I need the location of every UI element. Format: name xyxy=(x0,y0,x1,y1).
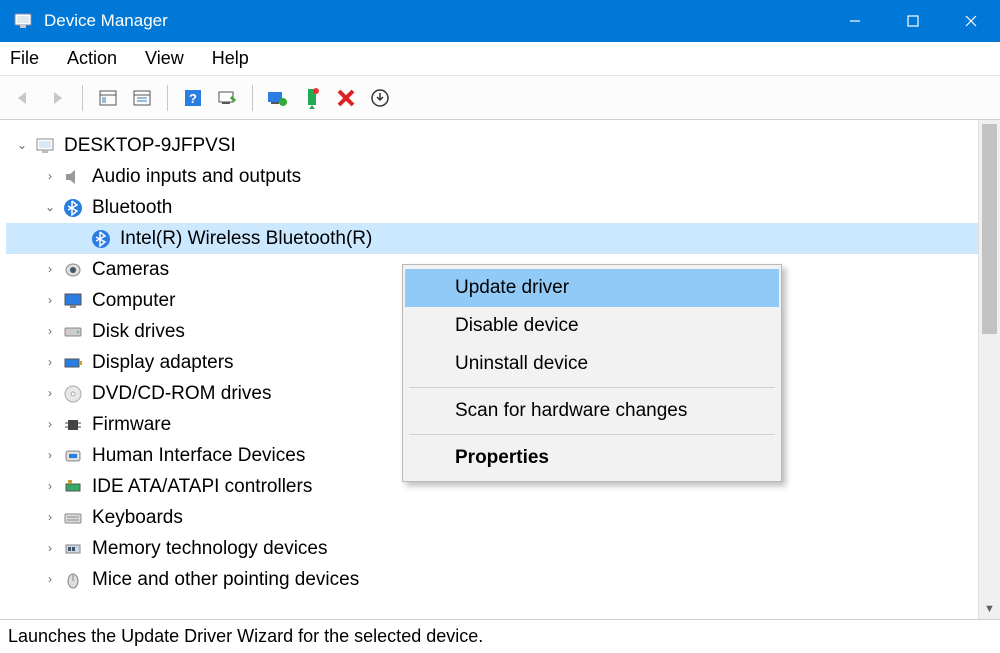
disk-icon xyxy=(62,321,84,343)
chevron-right-icon[interactable]: › xyxy=(42,409,58,440)
chevron-right-icon[interactable]: › xyxy=(42,378,58,409)
menu-file[interactable]: File xyxy=(10,48,39,69)
chevron-right-icon[interactable]: › xyxy=(42,347,58,378)
tree-category[interactable]: › Keyboards xyxy=(6,502,978,533)
speaker-icon xyxy=(62,166,84,188)
tree-category-label: Keyboards xyxy=(92,502,183,533)
show-all-button[interactable] xyxy=(365,83,395,113)
vertical-scrollbar[interactable]: ▲ ▼ xyxy=(978,120,1000,619)
properties-sheet-button[interactable] xyxy=(127,83,157,113)
chip-icon xyxy=(62,414,84,436)
tree-category-label: Computer xyxy=(92,285,175,316)
scan-button[interactable] xyxy=(212,83,242,113)
scroll-thumb[interactable] xyxy=(982,124,997,334)
chevron-right-icon[interactable]: › xyxy=(42,564,58,595)
tree-category-label: Memory technology devices xyxy=(92,533,328,564)
mouse-icon xyxy=(62,569,84,591)
keyboard-icon xyxy=(62,507,84,529)
update-driver-button[interactable] xyxy=(263,83,293,113)
tree-category-label: Mice and other pointing devices xyxy=(92,564,359,595)
minimize-button[interactable] xyxy=(826,0,884,42)
hid-icon xyxy=(62,445,84,467)
tree-category[interactable]: ⌄ Bluetooth xyxy=(6,192,978,223)
tree-category-label: Audio inputs and outputs xyxy=(92,161,301,192)
toolbar-separator xyxy=(82,85,83,111)
tree-device[interactable]: Intel(R) Wireless Bluetooth(R) xyxy=(6,223,978,254)
toolbar: ? xyxy=(0,76,1000,120)
tree-category-label: DVD/CD-ROM drives xyxy=(92,378,271,409)
context-menu-label: Properties xyxy=(455,447,549,469)
context-menu-separator xyxy=(409,387,775,388)
tree-category-label: Bluetooth xyxy=(92,192,172,223)
context-menu-item[interactable]: Uninstall device xyxy=(405,345,779,383)
chevron-right-icon[interactable]: › xyxy=(42,533,58,564)
chevron-right-icon[interactable]: › xyxy=(42,316,58,347)
context-menu-separator xyxy=(409,434,775,435)
context-menu-item[interactable]: Update driver xyxy=(405,269,779,307)
tree-category-label: IDE ATA/ATAPI controllers xyxy=(92,471,312,502)
chevron-down-icon[interactable]: ⌄ xyxy=(42,192,58,223)
menu-action[interactable]: Action xyxy=(67,48,117,69)
chevron-right-icon[interactable]: › xyxy=(42,254,58,285)
chevron-right-icon[interactable]: › xyxy=(42,161,58,192)
context-menu-item[interactable]: Disable device xyxy=(405,307,779,345)
bluetooth-icon xyxy=(90,228,112,250)
controller-icon xyxy=(62,476,84,498)
help-button[interactable]: ? xyxy=(178,83,208,113)
tree-category[interactable]: › Audio inputs and outputs xyxy=(6,161,978,192)
chevron-down-icon[interactable]: ⌄ xyxy=(14,130,30,161)
chevron-right-icon[interactable]: › xyxy=(42,440,58,471)
title-bar: Device Manager xyxy=(0,0,1000,42)
context-menu: Update driver Disable device Uninstall dev… xyxy=(402,264,782,482)
tree-category[interactable]: › Memory technology devices xyxy=(6,533,978,564)
menu-view[interactable]: View xyxy=(145,48,184,69)
app-icon xyxy=(12,10,34,32)
bluetooth-icon xyxy=(62,197,84,219)
disable-device-button[interactable] xyxy=(297,83,327,113)
forward-button xyxy=(42,83,72,113)
tree-root-label: DESKTOP-9JFPVSI xyxy=(64,130,236,161)
context-menu-item[interactable]: Scan for hardware changes xyxy=(405,392,779,430)
window-controls xyxy=(826,0,1000,42)
chevron-right-icon[interactable]: › xyxy=(42,502,58,533)
toolbar-separator xyxy=(167,85,168,111)
svg-text:?: ? xyxy=(189,91,197,106)
context-menu-label: Scan for hardware changes xyxy=(455,400,687,422)
window-title: Device Manager xyxy=(44,11,826,31)
show-hidden-button[interactable] xyxy=(93,83,123,113)
memory-icon xyxy=(62,538,84,560)
chevron-right-icon[interactable]: › xyxy=(42,285,58,316)
context-menu-label: Uninstall device xyxy=(455,353,588,375)
maximize-button[interactable] xyxy=(884,0,942,42)
context-menu-label: Disable device xyxy=(455,315,579,337)
close-button[interactable] xyxy=(942,0,1000,42)
context-menu-label: Update driver xyxy=(455,277,569,299)
status-bar: Launches the Update Driver Wizard for th… xyxy=(0,619,1000,653)
uninstall-button[interactable] xyxy=(331,83,361,113)
scroll-down-button[interactable]: ▼ xyxy=(979,599,1000,619)
monitor-icon xyxy=(62,290,84,312)
tree-category-label: Firmware xyxy=(92,409,171,440)
menu-bar: File Action View Help xyxy=(0,42,1000,76)
chevron-right-icon[interactable]: › xyxy=(42,471,58,502)
tree-category-label: Display adapters xyxy=(92,347,234,378)
status-text: Launches the Update Driver Wizard for th… xyxy=(8,626,483,647)
menu-help[interactable]: Help xyxy=(212,48,249,69)
display-adapter-icon xyxy=(62,352,84,374)
context-menu-item[interactable]: Properties xyxy=(405,439,779,477)
tree-category-label: Cameras xyxy=(92,254,169,285)
tree-category-label: Human Interface Devices xyxy=(92,440,305,471)
tree-category[interactable]: › Mice and other pointing devices xyxy=(6,564,978,595)
toolbar-separator xyxy=(252,85,253,111)
tree-device-label: Intel(R) Wireless Bluetooth(R) xyxy=(120,223,372,254)
disc-icon xyxy=(62,383,84,405)
tree-root[interactable]: ⌄ DESKTOP-9JFPVSI xyxy=(6,130,978,161)
computer-icon xyxy=(34,135,56,157)
back-button xyxy=(8,83,38,113)
camera-icon xyxy=(62,259,84,281)
tree-category-label: Disk drives xyxy=(92,316,185,347)
